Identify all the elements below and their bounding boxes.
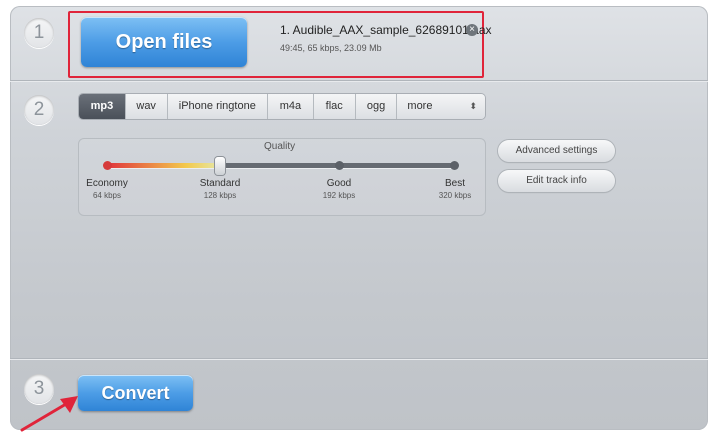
slider-stop-best[interactable] (450, 161, 459, 170)
level-economy-bitrate: 64 kbps (92, 191, 122, 200)
file-name: 1. Audible_AAX_sample_62689101.aax (280, 23, 492, 37)
step-number-2: 2 (24, 95, 54, 125)
updown-chevron-icon: ⬍ (469, 101, 478, 111)
slider-stop-good[interactable] (335, 161, 344, 170)
tab-ogg[interactable]: ogg (356, 94, 398, 119)
edit-track-info-button[interactable]: Edit track info (498, 170, 615, 192)
tab-m4a[interactable]: m4a (268, 94, 314, 119)
level-good-bitrate: 192 kbps (322, 191, 356, 200)
advanced-settings-button[interactable]: Advanced settings (498, 140, 615, 162)
level-best-label: Best (444, 178, 465, 189)
quality-slider-fill (106, 163, 220, 168)
tab-more-label: more (407, 100, 433, 112)
tab-flac[interactable]: flac (314, 94, 356, 119)
converter-panel: 1 Open files 1. Audible_AAX_sample_62689… (10, 6, 708, 430)
tab-iphone-ringtone[interactable]: iPhone ringtone (168, 94, 269, 119)
file-meta: 49:45, 65 kbps, 23.09 Mb (280, 43, 382, 53)
level-standard-bitrate: 128 kbps (203, 191, 237, 200)
slider-stop-economy[interactable] (103, 161, 112, 170)
level-standard-label: Standard (199, 178, 241, 189)
section-divider (10, 358, 708, 359)
close-icon[interactable]: × (466, 24, 478, 36)
tab-wav[interactable]: wav (126, 94, 168, 119)
quality-slider-thumb[interactable] (215, 157, 225, 175)
tab-more[interactable]: more ⬍ (397, 94, 485, 119)
quality-label: Quality (264, 141, 296, 152)
format-tabs: mp3 wav iPhone ringtone m4a flac ogg mor… (79, 94, 485, 119)
convert-button[interactable]: Convert (78, 375, 193, 411)
step-number-1: 1 (24, 18, 54, 48)
level-economy-label: Economy (86, 178, 128, 189)
red-arrow-annotation (20, 396, 78, 432)
tab-mp3[interactable]: mp3 (79, 94, 126, 119)
open-files-button[interactable]: Open files (81, 17, 247, 67)
level-best-bitrate: 320 kbps (438, 191, 472, 200)
section-divider (10, 80, 708, 81)
level-good-label: Good (326, 178, 352, 189)
